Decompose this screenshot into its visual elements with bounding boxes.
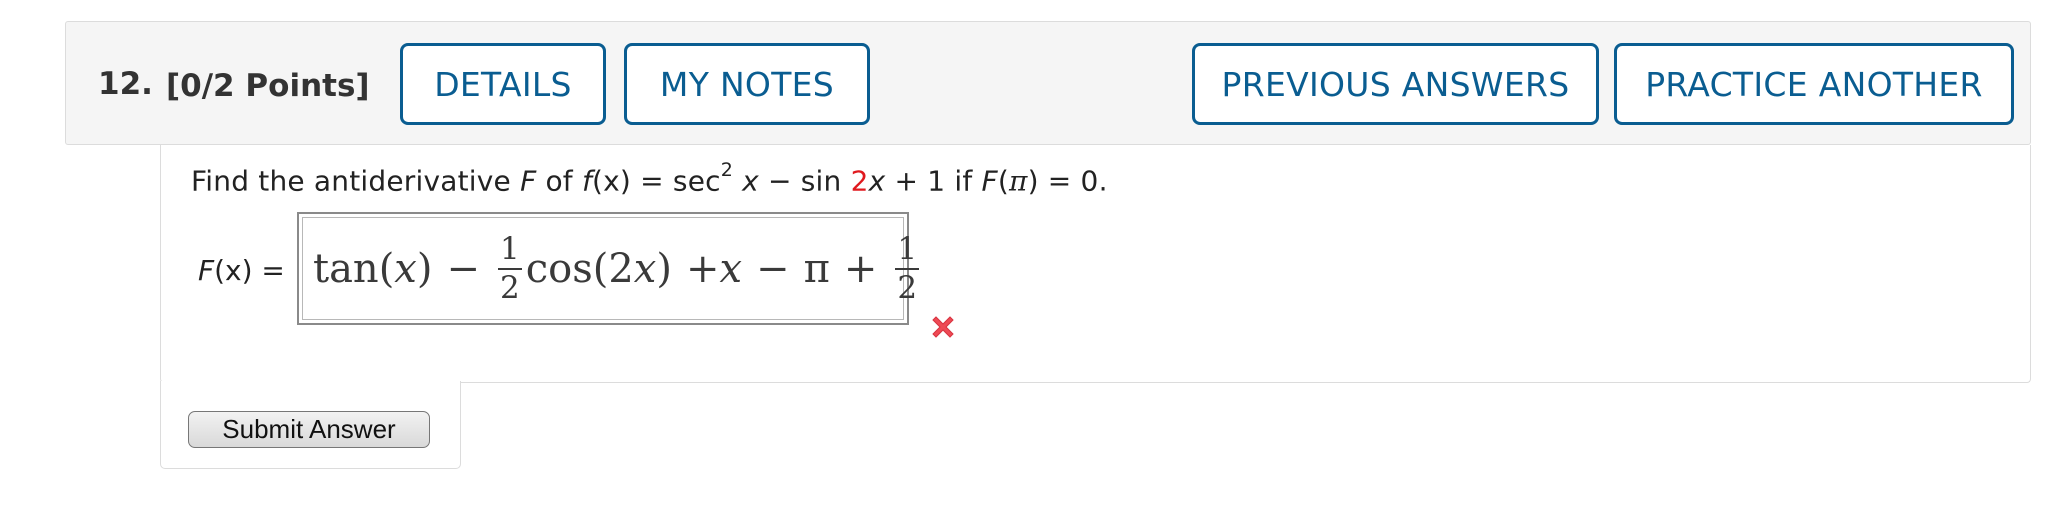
previous-answers-button[interactable]: PREVIOUS ANSWERS [1192, 43, 1599, 125]
details-button[interactable]: DETAILS [400, 43, 606, 125]
fraction-one-half-constant: 12 [895, 230, 920, 306]
fraction-one-half: 12 [497, 230, 522, 306]
my-notes-button[interactable]: MY NOTES [624, 43, 870, 125]
practice-another-button[interactable]: PRACTICE ANOTHER [1614, 43, 2014, 125]
highlighted-coefficient: 2 [850, 164, 869, 198]
answer-label: F(x) = [198, 254, 285, 287]
question-prompt: Find the antiderivative F of f(x) = sec2… [191, 159, 1108, 198]
question-header: 12. [0/2 Points] DETAILS MY NOTES PREVIO… [65, 21, 2031, 145]
question-points: [0/2 Points] [166, 68, 370, 104]
submit-answer-button[interactable]: Submit Answer [188, 411, 430, 448]
wrong-x-icon [932, 316, 954, 338]
question-number: 12. [98, 66, 153, 102]
answer-input[interactable]: tan(x) − 12 cos(2 x) + x − π + 12 [297, 212, 920, 325]
answer-expression: tan(x) − 12 cos(2 x) + x − π + 12 [313, 230, 920, 306]
